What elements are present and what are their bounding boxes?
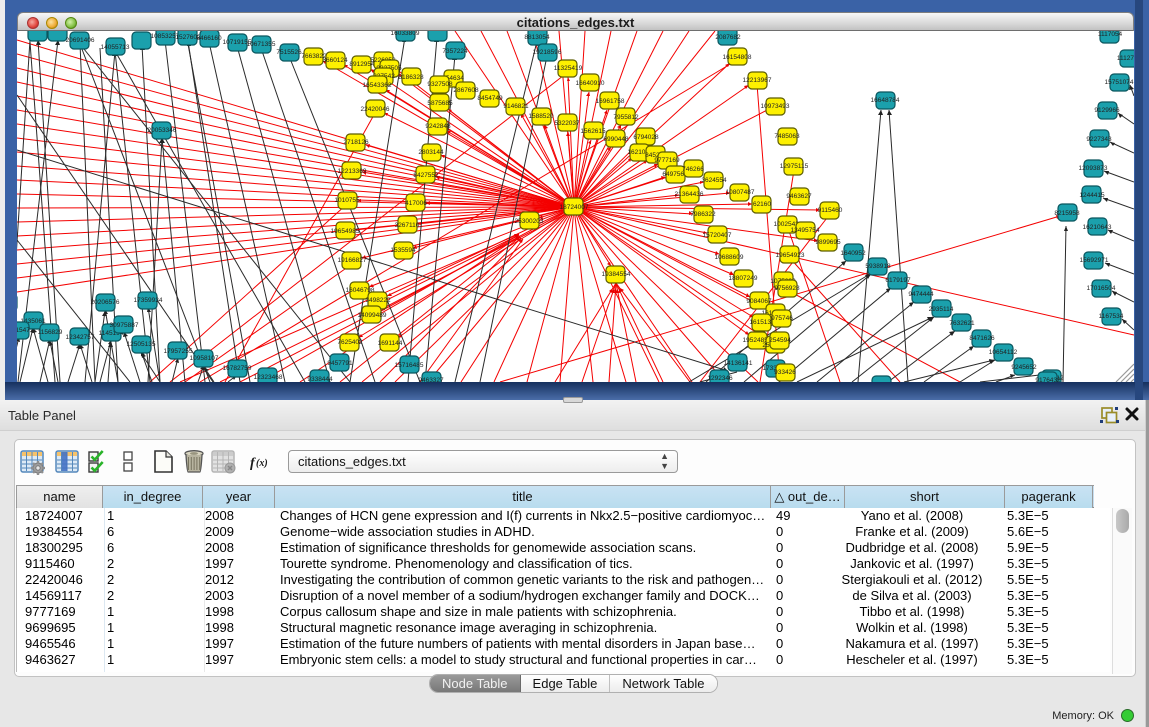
svg-text:9474444: 9474444 <box>908 291 934 298</box>
svg-text:10807487: 10807487 <box>726 189 755 196</box>
svg-text:16033809: 16033809 <box>391 30 420 37</box>
svg-text:19654985: 19654985 <box>331 228 360 235</box>
svg-text:16640910: 16640910 <box>576 80 605 87</box>
svg-text:22420046: 22420046 <box>361 106 390 113</box>
svg-text:15692971: 15692971 <box>1080 257 1109 264</box>
svg-text:62160: 62160 <box>753 201 771 208</box>
svg-text:1167534: 1167534 <box>1099 313 1124 320</box>
svg-text:13495754: 13495754 <box>791 227 820 234</box>
svg-text:2935114: 2935114 <box>929 306 954 313</box>
svg-text:9227343: 9227343 <box>1086 136 1112 143</box>
svg-text:7625402: 7625402 <box>337 339 363 346</box>
svg-text:6990448: 6990448 <box>603 136 629 143</box>
svg-text:10654112: 10654112 <box>989 349 1018 356</box>
svg-text:7357224: 7357224 <box>442 48 468 55</box>
svg-text:5938918: 5938918 <box>865 263 891 270</box>
svg-text:19218596: 19218596 <box>533 49 562 56</box>
svg-text:6179197: 6179197 <box>885 277 911 284</box>
svg-text:1010755: 1010755 <box>334 197 360 204</box>
svg-text:7485063: 7485063 <box>774 133 800 140</box>
svg-text:9457791: 9457791 <box>327 360 353 367</box>
svg-text:21364436: 21364436 <box>675 191 704 198</box>
svg-text:6794028: 6794028 <box>633 134 659 141</box>
svg-text:18724007: 18724007 <box>560 204 589 211</box>
svg-text:12213967: 12213967 <box>743 77 772 84</box>
svg-text:1640952: 1640952 <box>840 250 866 257</box>
svg-text:8813054: 8813054 <box>524 34 550 41</box>
svg-text:1535594: 1535594 <box>390 247 416 254</box>
svg-text:3498222: 3498222 <box>365 297 391 304</box>
svg-text:7986322: 7986322 <box>690 211 716 218</box>
svg-text:10973493: 10973493 <box>761 103 790 110</box>
svg-text:9129966: 9129966 <box>1094 107 1120 114</box>
svg-text:8454749: 8454749 <box>477 95 503 102</box>
svg-text:9899695: 9899695 <box>815 239 841 246</box>
svg-text:2867608: 2867608 <box>453 87 479 94</box>
svg-text:19654923: 19654923 <box>776 252 805 259</box>
svg-text:1117054: 1117054 <box>1098 31 1123 38</box>
svg-text:9327508: 9327508 <box>427 81 453 88</box>
svg-text:1244415: 1244415 <box>1079 192 1105 199</box>
svg-text:17016504: 17016504 <box>1087 285 1116 292</box>
svg-text:3660124: 3660124 <box>322 57 348 64</box>
svg-text:16961758: 16961758 <box>596 98 625 105</box>
svg-text:7515526: 7515526 <box>276 49 302 56</box>
svg-text:16154808: 16154808 <box>723 54 752 61</box>
svg-text:10688609: 10688609 <box>715 254 744 261</box>
svg-text:8215958: 8215958 <box>1054 210 1080 217</box>
svg-text:5322037: 5322037 <box>554 120 580 127</box>
svg-text:12093873: 12093873 <box>1079 165 1108 172</box>
svg-text:9463627: 9463627 <box>786 193 812 200</box>
svg-text:8427552: 8427552 <box>413 172 439 179</box>
svg-text:12975115: 12975115 <box>780 163 809 170</box>
svg-text:3267110: 3267110 <box>395 222 420 229</box>
svg-text:9245652: 9245652 <box>1011 364 1037 371</box>
svg-text:417006: 417006 <box>405 200 427 207</box>
svg-text:8186328: 8186328 <box>398 74 424 81</box>
svg-text:19166827: 19166827 <box>338 257 367 264</box>
svg-text:933426: 933426 <box>774 369 796 376</box>
svg-text:16543362: 16543362 <box>363 82 392 89</box>
svg-text:16210643: 16210643 <box>1083 224 1112 231</box>
svg-text:14136141: 14136141 <box>724 360 753 367</box>
svg-text:7955812: 7955812 <box>613 114 639 121</box>
svg-text:746266: 746266 <box>682 166 704 173</box>
svg-text:1292346: 1292346 <box>707 375 733 382</box>
svg-text:(x): (x) <box>256 458 268 469</box>
svg-text:14099489: 14099489 <box>358 312 387 319</box>
svg-text:254594: 254594 <box>769 337 791 344</box>
svg-text:16648784: 16648784 <box>871 97 900 104</box>
svg-text:9242848: 9242848 <box>425 123 451 130</box>
svg-text:1588520: 1588520 <box>528 113 554 120</box>
svg-text:8471626: 8471626 <box>969 335 995 342</box>
svg-text:15720407: 15720407 <box>703 232 732 239</box>
svg-text:2803144: 2803144 <box>418 149 444 156</box>
svg-text:25300203: 25300203 <box>515 218 544 225</box>
svg-text:12213369: 12213369 <box>338 168 367 175</box>
svg-text:18807249: 18807249 <box>729 275 758 282</box>
svg-text:1691144: 1691144 <box>378 340 403 347</box>
svg-text:15751074: 15751074 <box>1105 79 1134 86</box>
svg-text:11325419: 11325419 <box>554 65 583 72</box>
svg-text:7632621: 7632621 <box>949 320 975 327</box>
svg-text:1562615: 1562615 <box>580 128 606 135</box>
svg-text:3624554: 3624554 <box>701 177 727 184</box>
svg-text:2087682: 2087682 <box>715 34 741 41</box>
svg-text:975746: 975746 <box>771 315 793 322</box>
svg-text:9756928: 9756928 <box>774 285 800 292</box>
svg-text:9777169: 9777169 <box>654 157 680 164</box>
svg-text:15716485: 15716485 <box>395 362 424 369</box>
svg-text:2718126: 2718126 <box>343 139 369 146</box>
svg-text:19384554: 19384554 <box>602 271 631 278</box>
svg-text:9115460: 9115460 <box>818 207 843 214</box>
svg-text:9146821: 9146821 <box>503 103 529 110</box>
svg-text:5875685: 5875685 <box>427 100 453 107</box>
svg-text:9338444: 9338444 <box>307 376 333 383</box>
